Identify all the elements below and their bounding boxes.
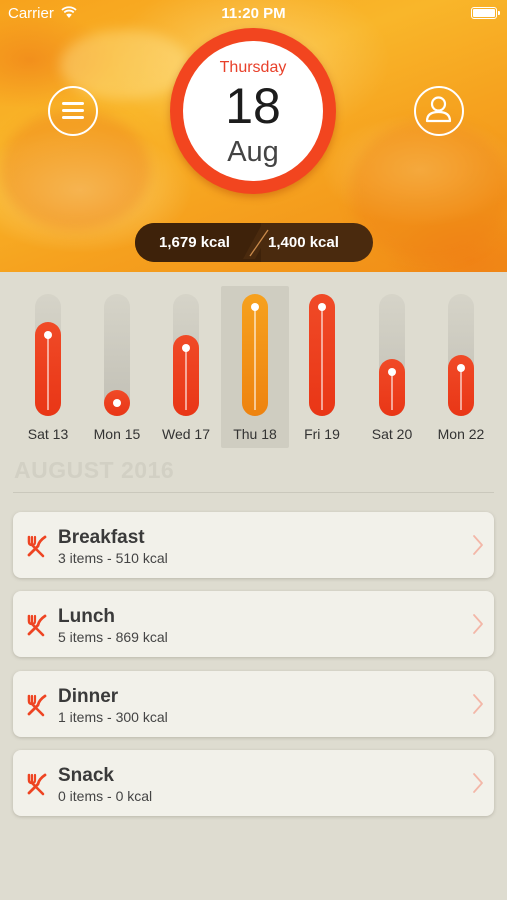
chevron-right-icon [473,614,483,634]
calories-consumed: 1,679 kcal [159,234,230,251]
day-label: Sat 13 [27,426,69,442]
header-banner: Carrier 11:20 PM Thursday 18 Aug 1,679 k… [0,0,507,272]
date-selector[interactable]: Thursday 18 Aug [170,28,336,194]
background-blur [350,120,507,260]
status-bar: Carrier 11:20 PM [0,0,507,28]
bar-dot [113,399,121,407]
bar-stem [321,307,323,410]
battery-icon [471,7,500,19]
calorie-summary: 1,679 kcal 1,400 kcal [135,223,373,262]
bar-dot [182,344,190,352]
day-label: Sat 20 [371,426,413,442]
divider [13,492,494,493]
meal-summary: 3 items - 510 kcal [58,550,168,566]
date-weekday: Thursday [219,59,287,76]
chevron-right-icon [473,773,483,793]
day-label: Mon 15 [93,426,141,442]
bar-dot [457,364,465,372]
date-face: Thursday 18 Aug [183,41,323,181]
month-heading: AUGUST 2016 [14,457,175,483]
bar-dot [44,331,52,339]
meal-card-breakfast[interactable]: Breakfast 3 items - 510 kcal [13,512,494,578]
meal-summary: 0 items - 0 kcal [58,788,153,804]
fork-knife-icon [27,535,47,558]
bar-stem [47,335,49,410]
calories-goal: 1,400 kcal [268,234,339,251]
day-label: Wed 17 [162,426,210,442]
menu-button[interactable] [48,86,98,136]
fork-knife-icon [27,773,47,796]
meal-summary: 5 items - 869 kcal [58,629,168,645]
bar-stem [254,307,256,410]
profile-icon [425,96,452,123]
status-time: 11:20 PM [221,5,286,22]
bar-dot [251,303,259,311]
meal-title: Snack [58,765,114,786]
meal-title: Dinner [58,686,119,707]
meal-card-snack[interactable]: Snack 0 items - 0 kcal [13,750,494,816]
bar-stem [185,348,187,410]
bar-stem [460,368,462,410]
bar-dot [318,303,326,311]
date-month: Aug [227,136,279,168]
fork-knife-icon [27,694,47,717]
bar-stem [391,372,393,410]
meal-title: Breakfast [58,527,145,548]
meal-summary: 1 items - 300 kcal [58,709,168,725]
profile-button[interactable] [414,86,464,136]
day-label: Mon 22 [437,426,485,442]
fork-knife-icon [27,614,47,637]
bar-dot [388,368,396,376]
chevron-right-icon [473,694,483,714]
date-day-number: 18 [225,78,281,134]
chevron-right-icon [473,535,483,555]
meal-card-dinner[interactable]: Dinner 1 items - 300 kcal [13,671,494,737]
meal-title: Lunch [58,606,115,627]
meal-card-lunch[interactable]: Lunch 5 items - 869 kcal [13,591,494,657]
day-label: Fri 19 [304,426,340,442]
